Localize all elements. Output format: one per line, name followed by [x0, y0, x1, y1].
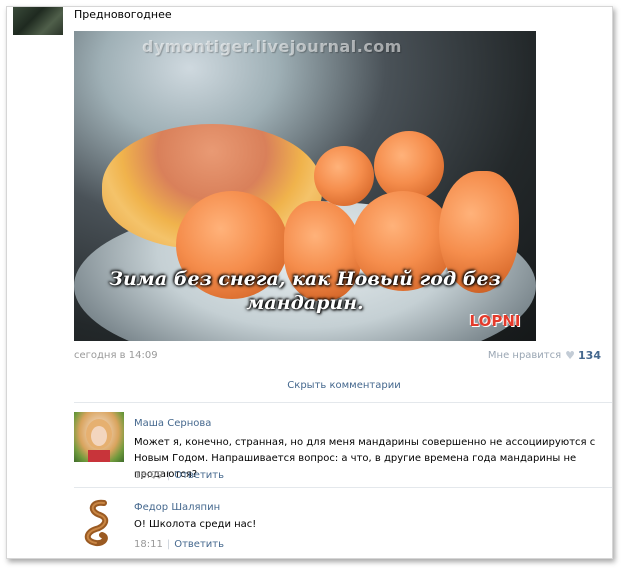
comment-author[interactable]: Маша Сернова	[134, 418, 211, 429]
divider	[74, 402, 612, 403]
comment-time[interactable]: 18:09	[134, 470, 163, 481]
image-watermark: dymontiger.livejournal.com	[142, 37, 402, 56]
hide-comments-link[interactable]: Скрыть комментарии	[74, 380, 612, 391]
heart-icon: ♥	[565, 349, 576, 362]
comment-footer: 18:09 | Ответить	[134, 470, 224, 481]
post-text: Предновогоднее	[74, 8, 172, 21]
image-caption: Зима без снега, как Новый год без мандар…	[109, 268, 501, 314]
post-card: Предновогоднее dymontiger.livejournal.co…	[6, 6, 613, 559]
post-image[interactable]: dymontiger.livejournal.com Зима без снег…	[74, 31, 536, 341]
post-author-avatar[interactable]	[13, 7, 63, 35]
comment-author[interactable]: Федор Шаляпин	[134, 502, 220, 513]
reply-link[interactable]: Ответить	[174, 470, 224, 481]
like-count: 134	[578, 349, 601, 362]
comment-time[interactable]: 18:11	[134, 539, 163, 550]
comment-avatar[interactable]	[74, 412, 124, 462]
comment-text: О! Школота среди нас!	[134, 519, 257, 530]
divider	[74, 487, 612, 488]
tangerine-segment	[314, 146, 374, 206]
like-button[interactable]: Мне нравится ♥ 134	[488, 349, 601, 362]
like-label: Мне нравится	[487, 350, 562, 361]
comment-avatar[interactable]	[74, 497, 124, 547]
image-logo: LOPNI	[469, 312, 521, 330]
reply-link[interactable]: Ответить	[174, 539, 224, 550]
comment-footer: 18:11 | Ответить	[134, 539, 224, 550]
post-time[interactable]: сегодня в 14:09	[74, 350, 158, 361]
